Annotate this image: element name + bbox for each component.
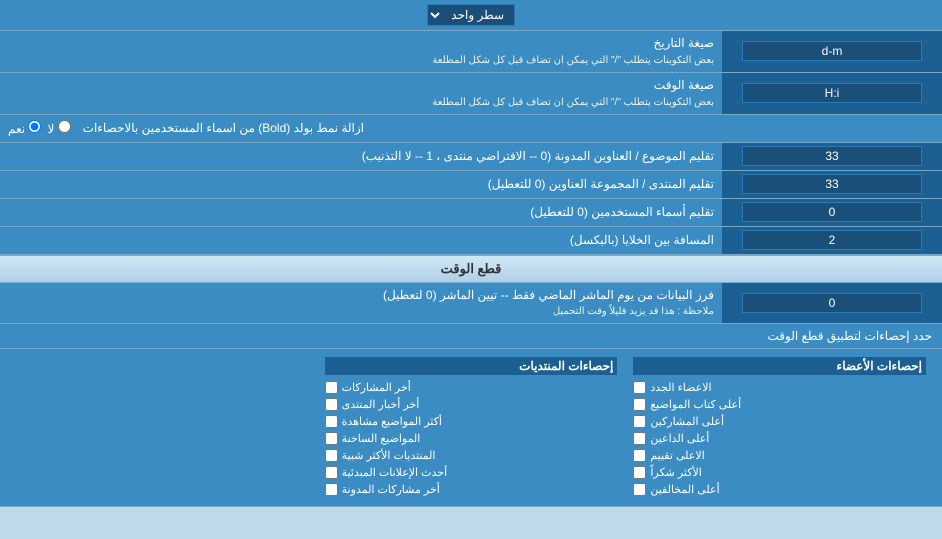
bold-remove-row: ازالة نمط بولد (Bold) من اسماء المستخدمي… [0, 115, 942, 143]
cb-latest-announcements: أحدث الإعلانات المبدئية [325, 464, 618, 481]
forum-limit-label: تقليم المنتدى / المجموعة العناوين (0 للت… [0, 171, 722, 198]
bold-remove-cell: ازالة نمط بولد (Bold) من اسماء المستخدمي… [0, 115, 942, 142]
time-format-label: صيغة الوقت بعض التكوينات يتطلب "/" التي … [0, 73, 722, 114]
cb-new-members-input[interactable] [633, 381, 646, 394]
user-limit-label: تقليم أسماء المستخدمين (0 للتعطيل) [0, 199, 722, 226]
realtime-input[interactable] [742, 293, 922, 313]
date-format-label: صيغة التاريخ بعض التكوينات يتطلب "/" الت… [0, 31, 722, 72]
cell-spacing-label: المسافة بين الخلايا (بالبكسل) [0, 227, 722, 254]
cb-top-thread-writers: أعلى كتاب المواضيع [633, 396, 926, 413]
cb-highest-rated: الاعلى تقييم [633, 447, 926, 464]
cb-blog-posts: أخر مشاركات المدونة [325, 481, 618, 498]
cb-most-popular-forums: المنتديات الأكثر شبية [325, 447, 618, 464]
subject-limit-label: تقليم الموضوع / العناوين المدونة (0 -- ا… [0, 143, 722, 170]
cb-last-posts: أخر المشاركات [325, 379, 618, 396]
col2-header: إحصاءات المنتديات [325, 357, 618, 375]
checkboxes-col1: إحصاءات الأعضاء الاعضاء الجدد أعلى كتاب … [625, 355, 934, 500]
main-container: سطر واحد سطرين ثلاثة أسطر صيغة التاريخ ب… [0, 0, 942, 507]
checkboxes-section: إحصاءات المنتديات أخر المشاركات أخر أخبا… [0, 349, 942, 507]
date-format-input[interactable] [742, 41, 922, 61]
cb-top-violators-input[interactable] [633, 483, 646, 496]
forum-limit-input[interactable] [742, 174, 922, 194]
forum-limit-row: تقليم المنتدى / المجموعة العناوين (0 للت… [0, 171, 942, 199]
stats-apply-label: حدد إحصاءات لتطبيق قطع الوقت [0, 324, 942, 348]
cb-most-viewed-input[interactable] [325, 415, 338, 428]
col1-header: إحصاءات الأعضاء [633, 357, 926, 375]
checkboxes-col-empty [8, 355, 317, 500]
realtime-row: فرز البيانات من يوم الماشر الماضي فقط --… [0, 283, 942, 325]
cb-top-violators: أعلى المخالفين [633, 481, 926, 498]
rows-dropdown[interactable]: سطر واحد سطرين ثلاثة أسطر [427, 4, 515, 26]
user-limit-input[interactable] [742, 202, 922, 222]
date-format-input-cell [722, 31, 942, 72]
bold-yes-radio[interactable] [28, 120, 41, 133]
bold-no-radio[interactable] [58, 120, 71, 133]
bold-radio-group: نعم لا [8, 120, 71, 136]
realtime-label: فرز البيانات من يوم الماشر الماضي فقط --… [0, 283, 722, 324]
checkboxes-col2: إحصاءات المنتديات أخر المشاركات أخر أخبا… [317, 355, 626, 500]
cb-most-thanked: الأكثر شكراً [633, 464, 926, 481]
time-format-input-cell [722, 73, 942, 114]
subject-limit-input-cell [722, 143, 942, 170]
cb-latest-announcements-input[interactable] [325, 466, 338, 479]
cb-most-viewed: أكثر المواضيع مشاهدة [325, 413, 618, 430]
checkboxes-grid: إحصاءات المنتديات أخر المشاركات أخر أخبا… [8, 355, 934, 500]
user-limit-row: تقليم أسماء المستخدمين (0 للتعطيل) [0, 199, 942, 227]
cell-spacing-row: المسافة بين الخلايا (بالبكسل) [0, 227, 942, 255]
cb-highest-rated-input[interactable] [633, 449, 646, 462]
stats-apply-row: حدد إحصاءات لتطبيق قطع الوقت [0, 324, 942, 349]
cb-top-thread-writers-input[interactable] [633, 398, 646, 411]
cb-most-popular-forums-input[interactable] [325, 449, 338, 462]
cb-top-inviters-input[interactable] [633, 432, 646, 445]
cb-top-participants-input[interactable] [633, 415, 646, 428]
subject-limit-input[interactable] [742, 146, 922, 166]
cb-blog-posts-input[interactable] [325, 483, 338, 496]
time-format-input[interactable] [742, 83, 922, 103]
cb-most-thanked-input[interactable] [633, 466, 646, 479]
forum-limit-input-cell [722, 171, 942, 198]
date-format-row: صيغة التاريخ بعض التكوينات يتطلب "/" الت… [0, 31, 942, 73]
bold-no-label[interactable]: لا [47, 120, 70, 136]
cb-forum-news: أخر أخبار المنتدى [325, 396, 618, 413]
cb-hot-topics: المواضيع الساخنة [325, 430, 618, 447]
user-limit-input-cell [722, 199, 942, 226]
cb-last-posts-input[interactable] [325, 381, 338, 394]
cb-new-members: الاعضاء الجدد [633, 379, 926, 396]
time-format-row: صيغة الوقت بعض التكوينات يتطلب "/" التي … [0, 73, 942, 115]
top-row: سطر واحد سطرين ثلاثة أسطر [0, 0, 942, 31]
cell-spacing-input-cell [722, 227, 942, 254]
subject-limit-row: تقليم الموضوع / العناوين المدونة (0 -- ا… [0, 143, 942, 171]
bold-yes-label[interactable]: نعم [8, 120, 41, 136]
cb-forum-news-input[interactable] [325, 398, 338, 411]
cell-spacing-input[interactable] [742, 230, 922, 250]
realtime-section-header: قطع الوقت [0, 255, 942, 283]
cb-top-inviters: أعلى الداعين [633, 430, 926, 447]
cb-top-participants: أعلى المشاركين [633, 413, 926, 430]
cb-hot-topics-input[interactable] [325, 432, 338, 445]
realtime-input-cell [722, 283, 942, 324]
